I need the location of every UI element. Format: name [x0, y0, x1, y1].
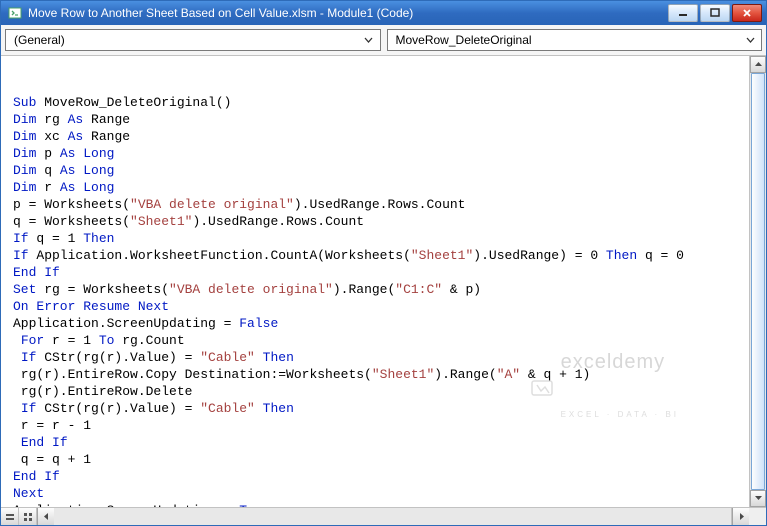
code-line: q = q + 1: [13, 451, 749, 468]
code-line: p = Worksheets("VBA delete original").Us…: [13, 196, 749, 213]
view-full-module-button[interactable]: [19, 508, 37, 525]
dropdown-row: (General) MoveRow_DeleteOriginal: [1, 25, 766, 56]
bottom-bar: [1, 507, 766, 525]
scroll-corner: [749, 508, 766, 525]
code-line: End If: [13, 434, 749, 451]
code-line: Set rg = Worksheets("VBA delete original…: [13, 281, 749, 298]
code-line: If Application.WorksheetFunction.CountA(…: [13, 247, 749, 264]
code-line: Application.ScreenUpdating = True: [13, 502, 749, 507]
object-dropdown[interactable]: (General): [5, 29, 381, 51]
view-procedure-button[interactable]: [1, 508, 19, 525]
scroll-right-arrow[interactable]: [732, 508, 749, 525]
code-line: Next: [13, 485, 749, 502]
code-line: If q = 1 Then: [13, 230, 749, 247]
code-line: Dim r As Long: [13, 179, 749, 196]
code-window: Move Row to Another Sheet Based on Cell …: [0, 0, 767, 526]
object-dropdown-value: (General): [14, 33, 65, 47]
code-line: Sub MoveRow_DeleteOriginal(): [13, 94, 749, 111]
scroll-up-arrow[interactable]: [750, 56, 766, 73]
code-line: End If: [13, 264, 749, 281]
maximize-button[interactable]: [700, 4, 730, 22]
minimize-button[interactable]: [668, 4, 698, 22]
scroll-thumb[interactable]: [751, 73, 765, 490]
code-line: rg(r).EntireRow.Delete: [13, 383, 749, 400]
code-line: q = Worksheets("Sheet1").UsedRange.Rows.…: [13, 213, 749, 230]
code-line: End If: [13, 468, 749, 485]
code-line: Dim rg As Range: [13, 111, 749, 128]
chevron-down-icon: [362, 36, 376, 45]
code-line: If CStr(rg(r).Value) = "Cable" Then: [13, 400, 749, 417]
code-line: On Error Resume Next: [13, 298, 749, 315]
code-line: rg(r).EntireRow.Copy Destination:=Worksh…: [13, 366, 749, 383]
scroll-left-arrow[interactable]: [37, 508, 54, 525]
module-icon: [7, 5, 23, 21]
horizontal-scroll-track[interactable]: [54, 508, 732, 525]
code-area-wrapper: Sub MoveRow_DeleteOriginal()Dim rg As Ra…: [1, 56, 766, 507]
titlebar[interactable]: Move Row to Another Sheet Based on Cell …: [1, 1, 766, 25]
close-button[interactable]: [732, 4, 762, 22]
window-buttons: [668, 4, 762, 22]
code-line: r = r - 1: [13, 417, 749, 434]
code-line: Dim p As Long: [13, 145, 749, 162]
code-editor[interactable]: Sub MoveRow_DeleteOriginal()Dim rg As Ra…: [1, 56, 749, 507]
vertical-scrollbar[interactable]: [749, 56, 766, 507]
procedure-dropdown-value: MoveRow_DeleteOriginal: [396, 33, 532, 47]
chevron-down-icon: [743, 36, 757, 45]
procedure-dropdown[interactable]: MoveRow_DeleteOriginal: [387, 29, 763, 51]
window-title: Move Row to Another Sheet Based on Cell …: [28, 6, 668, 20]
code-line: For r = 1 To rg.Count: [13, 332, 749, 349]
scroll-down-arrow[interactable]: [750, 490, 766, 507]
code-line: Dim xc As Range: [13, 128, 749, 145]
scroll-track[interactable]: [750, 73, 766, 490]
code-line: If CStr(rg(r).Value) = "Cable" Then: [13, 349, 749, 366]
code-line: Application.ScreenUpdating = False: [13, 315, 749, 332]
code-line: Dim q As Long: [13, 162, 749, 179]
